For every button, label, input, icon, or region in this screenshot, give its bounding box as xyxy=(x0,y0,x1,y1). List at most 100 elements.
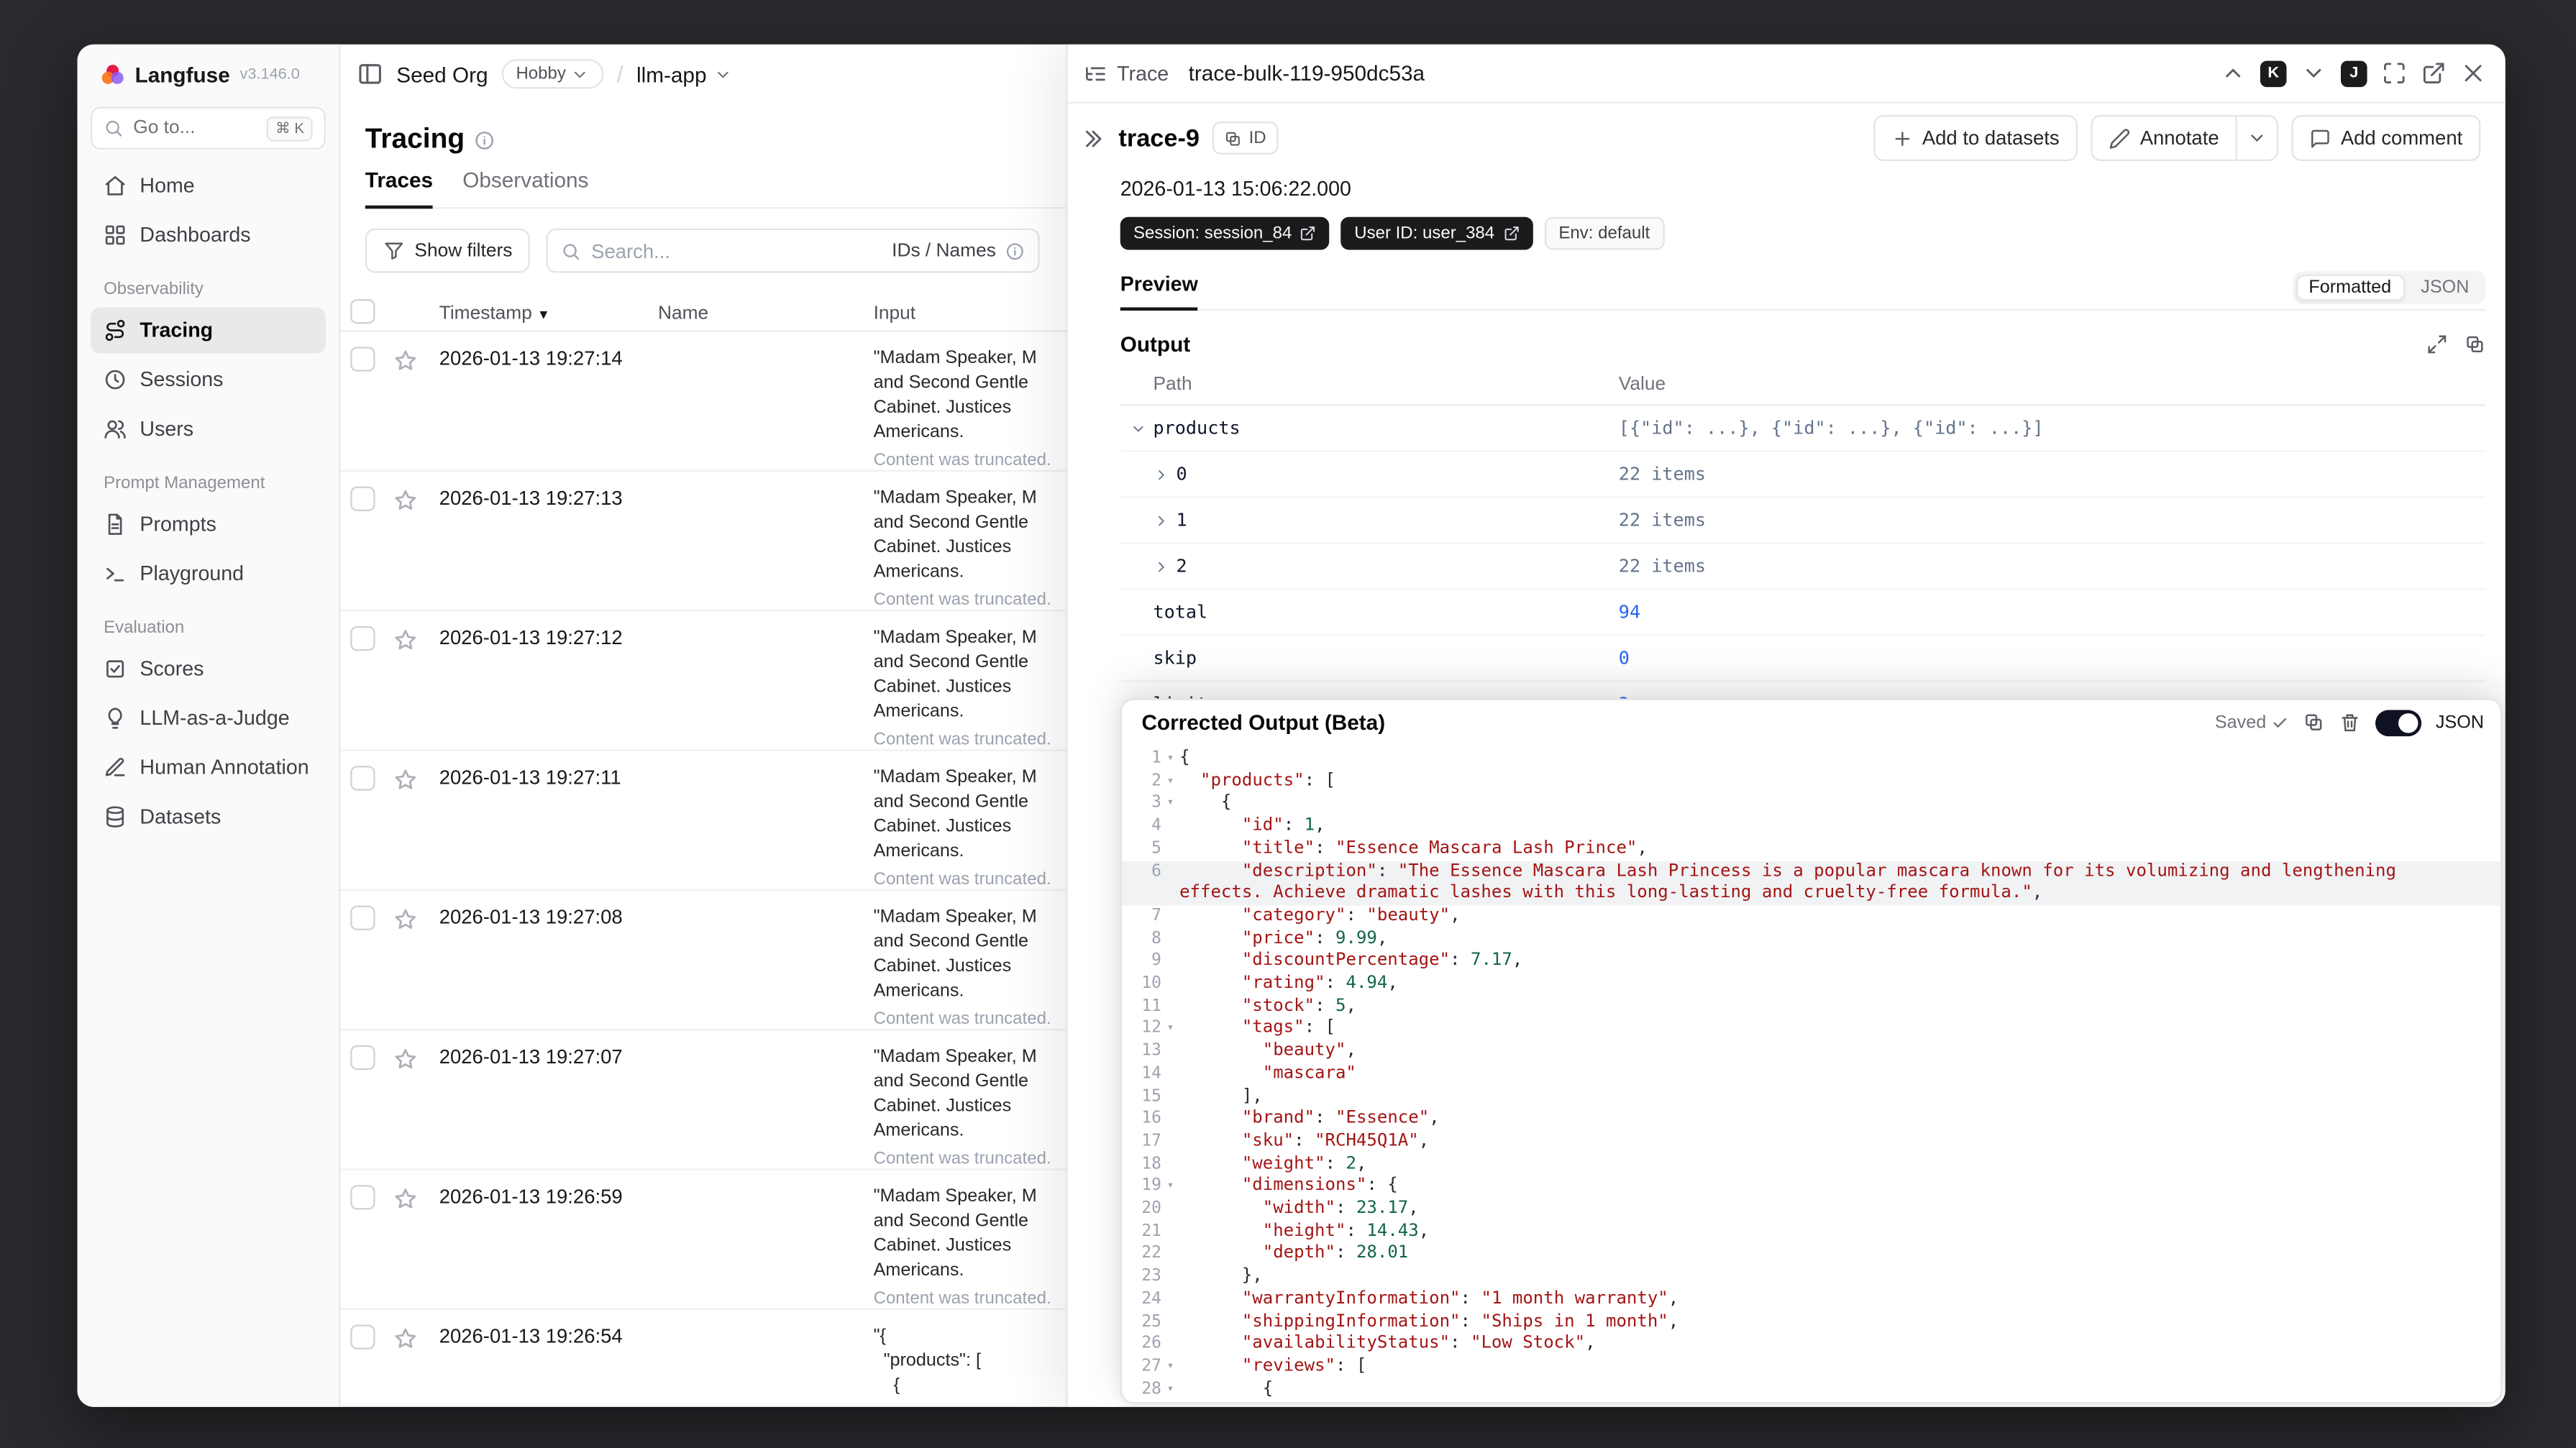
project-selector[interactable]: llm-app xyxy=(636,62,731,86)
sidebar-item-home[interactable]: Home xyxy=(91,162,326,209)
code-line[interactable]: 3 ▾ { xyxy=(1122,793,2500,815)
user-badge[interactable]: User ID: user_384 xyxy=(1340,216,1533,250)
copy-icon[interactable] xyxy=(2303,712,2324,733)
sidebar-item-prompts[interactable]: Prompts xyxy=(91,501,326,547)
info-icon[interactable] xyxy=(1006,241,1026,260)
code-line[interactable]: 22 "depth": 28.01 xyxy=(1122,1243,2500,1265)
chevron-right-icon[interactable] xyxy=(1153,558,1169,574)
star-icon[interactable] xyxy=(393,768,418,792)
star-icon[interactable] xyxy=(393,1186,418,1211)
star-icon[interactable] xyxy=(393,907,418,932)
fold-icon[interactable]: ▾ xyxy=(1161,748,1179,770)
row-checkbox[interactable] xyxy=(350,1185,375,1210)
row-checkbox[interactable] xyxy=(350,626,375,651)
fold-icon[interactable]: ▾ xyxy=(1161,1176,1179,1198)
select-all-checkbox[interactable] xyxy=(350,299,375,324)
output-row[interactable]: skip 0 xyxy=(1120,636,2486,682)
code-line[interactable]: 21 "height": 14.43, xyxy=(1122,1221,2500,1243)
fold-icon[interactable]: ▾ xyxy=(1161,1356,1179,1378)
row-checkbox[interactable] xyxy=(350,766,375,791)
code-line[interactable]: 13 "beauty", xyxy=(1122,1040,2500,1063)
fullscreen-icon[interactable] xyxy=(2382,61,2406,86)
code-line[interactable]: 28 ▾ { xyxy=(1122,1378,2500,1401)
json-mode-toggle[interactable] xyxy=(2375,709,2421,736)
brand[interactable]: Langfuse v3.146.0 xyxy=(91,58,326,91)
search-scope-selector[interactable]: IDs / Names xyxy=(892,241,996,260)
code-line[interactable]: 23 }, xyxy=(1122,1266,2500,1288)
code-line[interactable]: 5 "title": "Essence Mascara Lash Prince"… xyxy=(1122,838,2500,860)
code-line[interactable]: 1 ▾{ xyxy=(1122,748,2500,770)
sidebar-item-sessions[interactable]: Sessions xyxy=(91,357,326,403)
goto-search[interactable]: Go to... ⌘ K xyxy=(90,106,326,150)
chevron-up-icon[interactable] xyxy=(2221,61,2245,86)
star-icon[interactable] xyxy=(393,628,418,652)
chevron-right-icon[interactable] xyxy=(1153,512,1169,528)
fold-icon[interactable]: ▾ xyxy=(1161,770,1179,792)
info-icon[interactable] xyxy=(475,129,496,150)
row-checkbox[interactable] xyxy=(350,905,375,930)
tab-observations[interactable]: Observations xyxy=(462,168,588,207)
plan-badge[interactable]: Hobby xyxy=(501,59,604,89)
col-name[interactable]: Name xyxy=(658,304,874,324)
fold-icon[interactable]: ▾ xyxy=(1161,1018,1179,1040)
annotate-dropdown-button[interactable] xyxy=(2237,115,2278,162)
session-badge[interactable]: Session: session_84 xyxy=(1120,216,1330,250)
annotate-button[interactable]: Annotate xyxy=(2091,115,2237,162)
add-to-datasets-button[interactable]: Add to datasets xyxy=(1873,115,2078,162)
code-line[interactable]: 17 "sku": "RCH45Q1A", xyxy=(1122,1131,2500,1153)
output-row[interactable]: 0 22 items xyxy=(1120,452,2486,498)
copy-icon[interactable] xyxy=(2465,333,2486,354)
delete-icon[interactable] xyxy=(2339,712,2360,733)
code-line[interactable]: 16 "brand": "Essence", xyxy=(1122,1108,2500,1130)
open-in-new-icon[interactable] xyxy=(2421,61,2446,86)
collapse-panel-icon[interactable] xyxy=(1081,126,1105,150)
output-row[interactable]: products [{"id": ...}, {"id": ...}, {"id"… xyxy=(1120,406,2486,452)
code-line[interactable]: 20 "width": 23.17, xyxy=(1122,1199,2500,1221)
output-row[interactable]: total 94 xyxy=(1120,590,2486,636)
sidebar-item-llm-as-a-judge[interactable]: LLM-as-a-Judge xyxy=(91,695,326,741)
row-checkbox[interactable] xyxy=(350,1324,375,1350)
sidebar-item-tracing[interactable]: Tracing xyxy=(90,307,326,354)
code-line[interactable]: 25 "shippingInformation": "Ships in 1 mo… xyxy=(1122,1311,2500,1333)
sidebar-item-datasets[interactable]: Datasets xyxy=(91,794,326,840)
tab-traces[interactable]: Traces xyxy=(365,168,434,209)
code-line[interactable]: 9 "discountPercentage": 7.17, xyxy=(1122,950,2500,973)
code-line[interactable]: 4 "id": 1, xyxy=(1122,815,2500,838)
code-line[interactable]: 18 "weight": 2, xyxy=(1122,1153,2500,1176)
sidebar-item-scores[interactable]: Scores xyxy=(91,646,326,692)
fold-icon[interactable]: ▾ xyxy=(1161,793,1179,815)
code-line[interactable]: 6 "description": "The Essence Mascara La… xyxy=(1122,860,2500,906)
code-line[interactable]: 11 "stock": 5, xyxy=(1122,996,2500,1018)
output-row[interactable]: 2 22 items xyxy=(1120,544,2486,590)
copy-id-chip[interactable]: ID xyxy=(1212,122,1278,155)
add-comment-button[interactable]: Add comment xyxy=(2291,115,2481,162)
code-line[interactable]: 14 "mascara" xyxy=(1122,1063,2500,1086)
sidebar-item-users[interactable]: Users xyxy=(91,406,326,452)
star-icon[interactable] xyxy=(393,1047,418,1071)
code-line[interactable]: 8 "price": 9.99, xyxy=(1122,928,2500,950)
org-selector[interactable]: Seed Org xyxy=(396,62,488,86)
search-input[interactable]: Search... IDs / Names xyxy=(547,228,1041,273)
code-line[interactable]: 10 "rating": 4.94, xyxy=(1122,973,2500,995)
code-line[interactable]: 12 ▾ "tags": [ xyxy=(1122,1018,2500,1040)
code-line[interactable]: 26 "availabilityStatus": "Low Stock", xyxy=(1122,1334,2500,1356)
code-editor[interactable]: 1 ▾{2 ▾ "products": [3 ▾ {4 "id": 1, 5 "titl… xyxy=(1122,745,2500,1402)
close-icon[interactable] xyxy=(2461,61,2485,86)
star-icon[interactable] xyxy=(393,349,418,373)
format-json[interactable]: JSON xyxy=(2408,275,2483,301)
row-checkbox[interactable] xyxy=(350,347,375,372)
expand-icon[interactable] xyxy=(2426,333,2448,354)
code-line[interactable]: 24 "warrantyInformation": "1 month warra… xyxy=(1122,1288,2500,1311)
code-line[interactable]: 15 ], xyxy=(1122,1086,2500,1108)
code-line[interactable]: 2 ▾ "products": [ xyxy=(1122,770,2500,792)
sidebar-toggle-icon[interactable] xyxy=(357,61,383,88)
show-filters-button[interactable]: Show filters xyxy=(365,228,531,273)
sidebar-item-playground[interactable]: Playground xyxy=(91,551,326,597)
tab-preview[interactable]: Preview xyxy=(1120,272,1198,311)
star-icon[interactable] xyxy=(393,1326,418,1351)
row-checkbox[interactable] xyxy=(350,1045,375,1071)
format-formatted[interactable]: Formatted xyxy=(2296,274,2405,301)
row-checkbox[interactable] xyxy=(350,486,375,511)
star-icon[interactable] xyxy=(393,488,418,513)
output-row[interactable]: 1 22 items xyxy=(1120,498,2486,544)
